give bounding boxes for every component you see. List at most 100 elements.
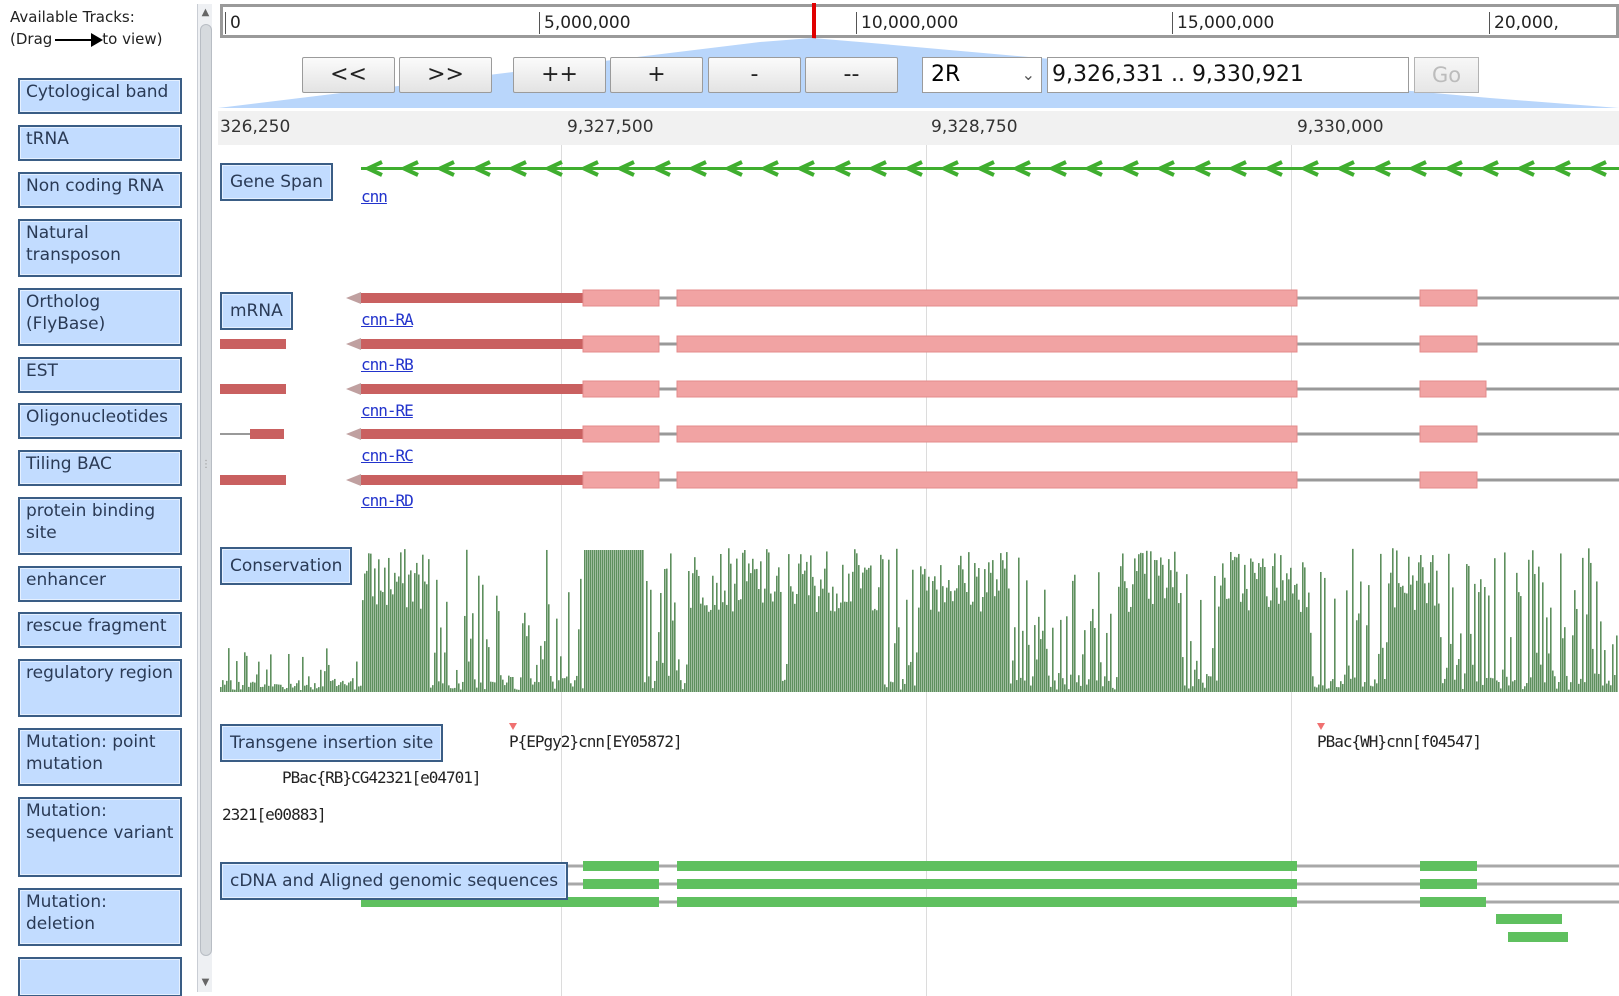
conservation-bar [298,680,300,692]
conservation-bar [848,573,850,692]
conservation-bar [882,559,884,692]
location-input[interactable]: 9,326,331 .. 9,330,921 [1047,57,1409,93]
conservation-bar [1104,676,1106,692]
conservation-bar [272,686,274,692]
conservation-bar [598,550,600,692]
conservation-bar [1596,581,1598,692]
track-button-mutation-point[interactable]: Mutation: point mutation [18,728,182,786]
conservation-bar [1592,648,1594,692]
conservation-bar [1356,620,1358,692]
transcript-link-cnn-ra[interactable]: cnn-RA [361,310,414,329]
track-button-natural-transposon[interactable]: Natural transposon [18,219,182,277]
conservation-bar [656,660,658,692]
go-button[interactable]: Go [1414,57,1479,93]
track-button-rescue-fragment[interactable]: rescue fragment [18,612,182,648]
conservation-bar [1156,560,1158,692]
conservation-bar [576,675,578,692]
conservation-bar [1006,552,1008,692]
conservation-bar [1532,550,1534,692]
conservation-bar [1522,689,1524,692]
conservation-bar [248,686,250,692]
track-button-ortholog-flybase[interactable]: Ortholog (FlyBase) [18,288,182,346]
track-area[interactable]: Gene Span cnn mRNA cnn-RA cnn-RB cnn-RE … [218,145,1619,996]
conservation-bar [552,681,554,692]
track-button-partial[interactable] [18,957,182,996]
conservation-bar [476,687,478,692]
scrollbar-thumb[interactable] [200,24,212,956]
strand-arrow-icon [346,292,361,304]
conservation-bar [234,689,236,692]
insertion-label[interactable]: PBac{WH}cnn[f04547] [1317,732,1482,751]
track-button-regulatory-region[interactable]: regulatory region [18,659,182,717]
conservation-bar [816,611,818,692]
gene-span-glyph[interactable] [361,160,1619,177]
track-button-trna[interactable]: tRNA [18,125,182,161]
conservation-bar [914,685,916,692]
conservation-bar [1442,683,1444,692]
zoom-out-more-button[interactable]: -- [805,57,898,93]
pan-far-right-button[interactable]: >> [399,57,492,93]
transgene-track-label[interactable]: Transgene insertion site [220,724,444,762]
track-button-enhancer[interactable]: enhancer [18,566,182,602]
mrna-glyphs[interactable] [220,289,1619,489]
conservation-bar [1102,686,1104,692]
track-button-tiling-bac[interactable]: Tiling BAC [18,450,182,486]
conservation-bar [320,669,322,692]
conservation-bar [792,591,794,692]
conservation-bar [1092,608,1094,692]
conservation-bar [694,557,696,692]
zoom-out-button[interactable]: - [708,57,801,93]
conservation-bar [758,589,760,692]
tracks-scrollbar[interactable]: ▲ ⋮ ▼ [197,4,212,992]
conservation-bar [1100,662,1102,692]
track-button-oligonucleotides[interactable]: Oligonucleotides [18,403,182,439]
insertion-label[interactable]: 2321[e00883] [222,805,327,824]
transcript-link-cnn-re[interactable]: cnn-RE [361,401,414,420]
conservation-bar [728,548,730,692]
cdna-track-label[interactable]: cDNA and Aligned genomic sequences [220,862,569,900]
conservation-bar [880,554,882,692]
track-button-mutation-sequence-variant[interactable]: Mutation: sequence variant [18,797,182,877]
transcript-link-cnn-rc[interactable]: cnn-RC [361,446,414,465]
track-button-est[interactable]: EST [18,357,182,393]
chromosome-select[interactable]: 2R ⌄ [922,57,1042,93]
conservation-bar [1154,559,1156,692]
conservation-bar [228,648,230,692]
conservation-bar [900,689,902,692]
zoom-in-button[interactable]: + [610,57,703,93]
conservation-bar [516,689,518,692]
track-button-non-coding-rna[interactable]: Non coding RNA [18,172,182,208]
scroll-down-icon[interactable]: ▼ [198,974,212,992]
gene-link-cnn[interactable]: cnn [361,187,388,206]
conservation-bar [830,610,832,692]
transcript-link-cnn-rd[interactable]: cnn-RD [361,491,414,510]
conservation-bar [582,688,584,692]
gene-span-track-label[interactable]: Gene Span [220,163,334,201]
conservation-bar [380,590,382,692]
insertion-label[interactable]: PBac{RB}CG42321[e04701] [282,768,482,787]
cdna-block [583,861,659,871]
conservation-bar [1526,683,1528,692]
track-button-protein-binding-site[interactable]: protein binding site [18,497,182,555]
conservation-bar [246,655,248,692]
conservation-bar [1264,567,1266,692]
conservation-bar [658,632,660,692]
conservation-bar [356,661,358,692]
mrna-track-label[interactable]: mRNA [220,292,293,330]
zoom-in-more-button[interactable]: ++ [513,57,606,93]
pan-far-left-button[interactable]: << [302,57,395,93]
conservation-bar [1152,603,1154,692]
conservation-bar [680,680,682,692]
conservation-bar [564,678,566,692]
insertion-label[interactable]: P{EPgy2}cnn[EY05872] [509,732,683,751]
conservation-bar [1574,590,1576,692]
conservation-bar [630,550,632,692]
conservation-track-label[interactable]: Conservation [220,547,353,585]
conservation-bar [1394,607,1396,692]
conservation-bar [954,590,956,692]
conservation-bar [1536,652,1538,692]
transcript-link-cnn-rb[interactable]: cnn-RB [361,355,414,374]
conservation-bar [1018,557,1020,692]
conservation-bar [866,569,868,692]
track-button-mutation-deletion[interactable]: Mutation: deletion [18,888,182,946]
